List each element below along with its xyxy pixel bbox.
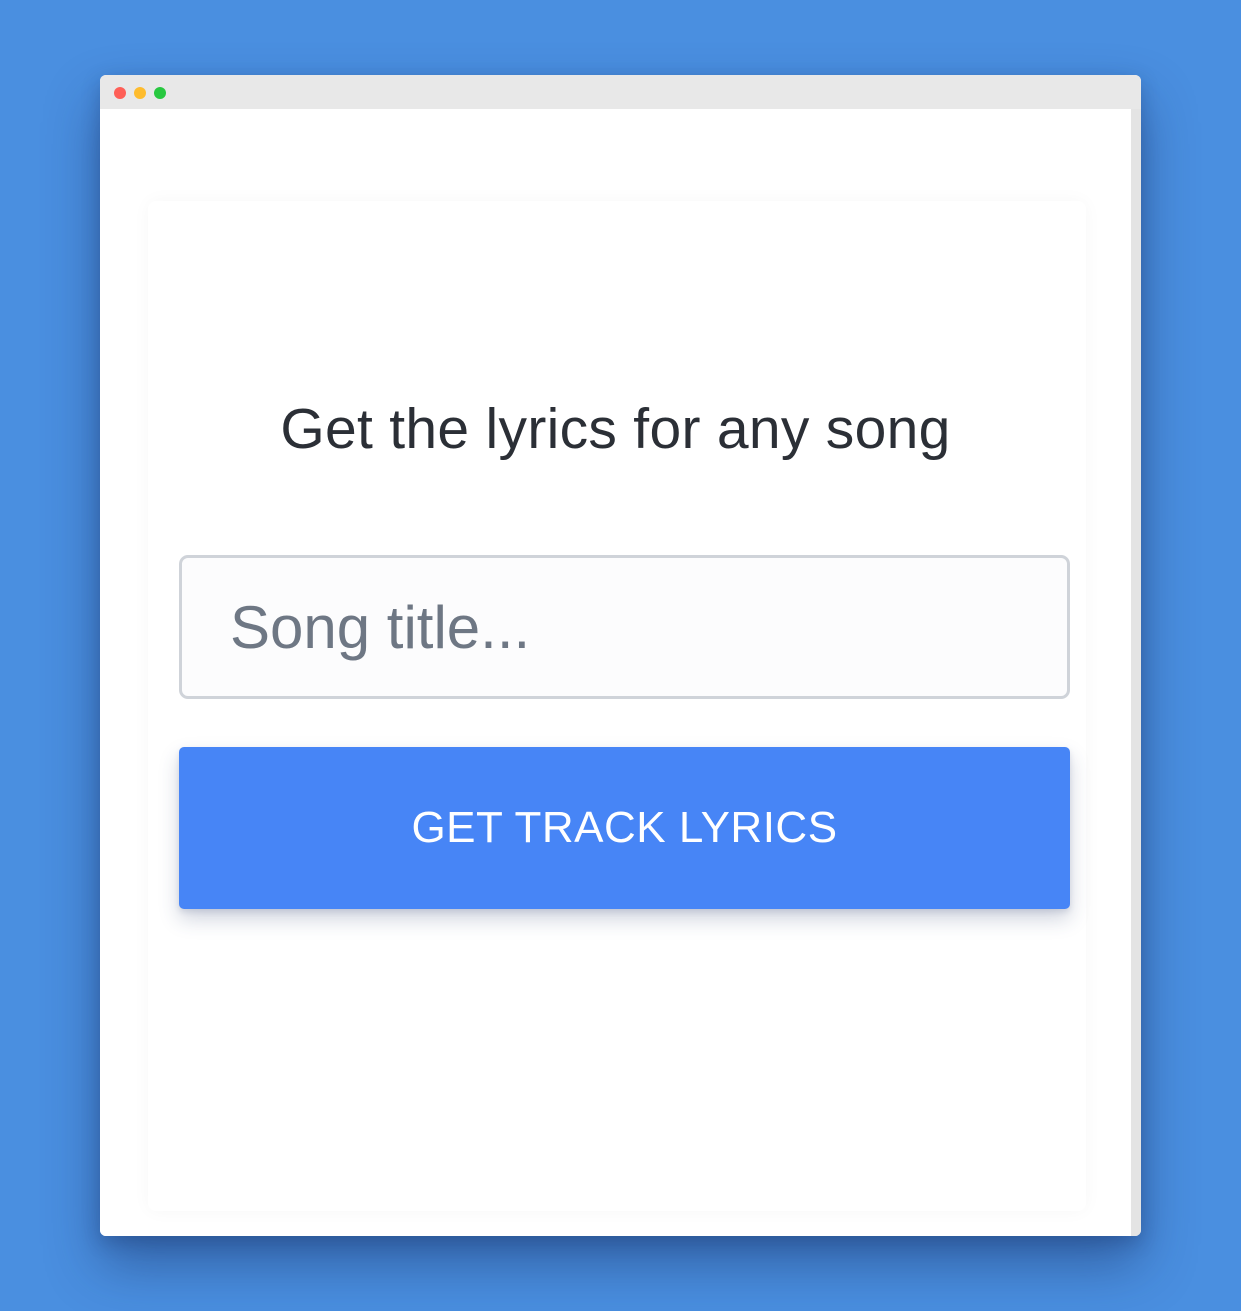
close-window-icon[interactable] — [114, 87, 126, 99]
window-right-edge — [1131, 109, 1141, 1236]
get-track-lyrics-button[interactable]: GET TRACK LYRICS — [179, 747, 1070, 909]
browser-window: Get the lyrics for any song GET TRACK LY… — [100, 75, 1141, 1236]
window-titlebar — [100, 75, 1141, 109]
page-heading: Get the lyrics for any song — [280, 397, 951, 461]
song-title-input[interactable] — [179, 555, 1070, 699]
maximize-window-icon[interactable] — [154, 87, 166, 99]
minimize-window-icon[interactable] — [134, 87, 146, 99]
search-card — [148, 201, 1086, 1211]
page-viewport: Get the lyrics for any song GET TRACK LY… — [100, 109, 1131, 1236]
